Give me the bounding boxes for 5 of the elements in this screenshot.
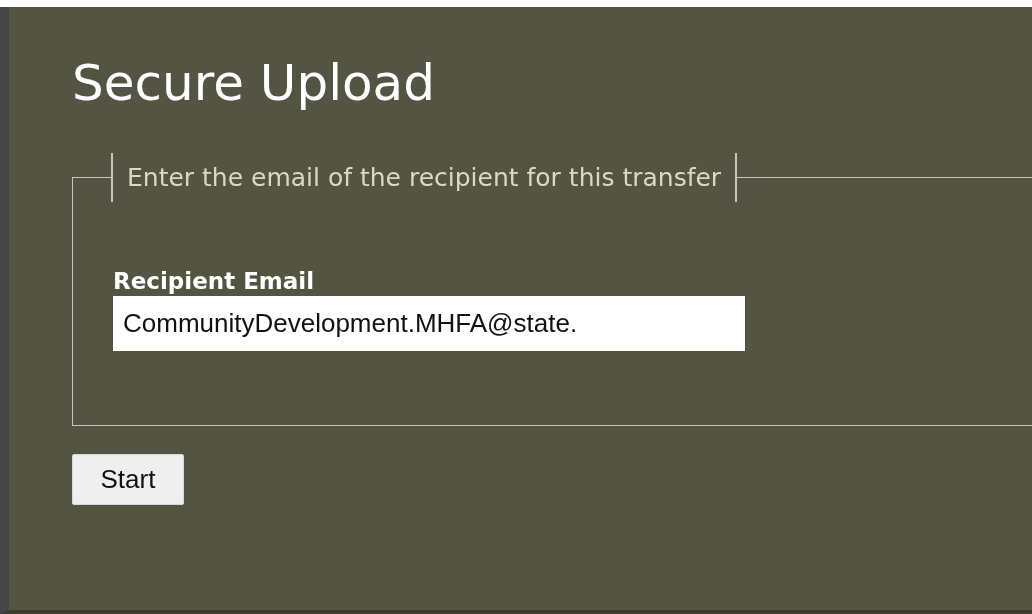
email-field[interactable]: CommunityDevelopment.MHFA@state. <box>113 296 745 351</box>
page-title: Secure Upload <box>72 53 436 114</box>
field-label: Recipient Email <box>113 267 315 296</box>
form-legend: Enter the email of the recipient for this transfer <box>111 153 738 202</box>
start-button[interactable]: Start <box>72 454 184 505</box>
